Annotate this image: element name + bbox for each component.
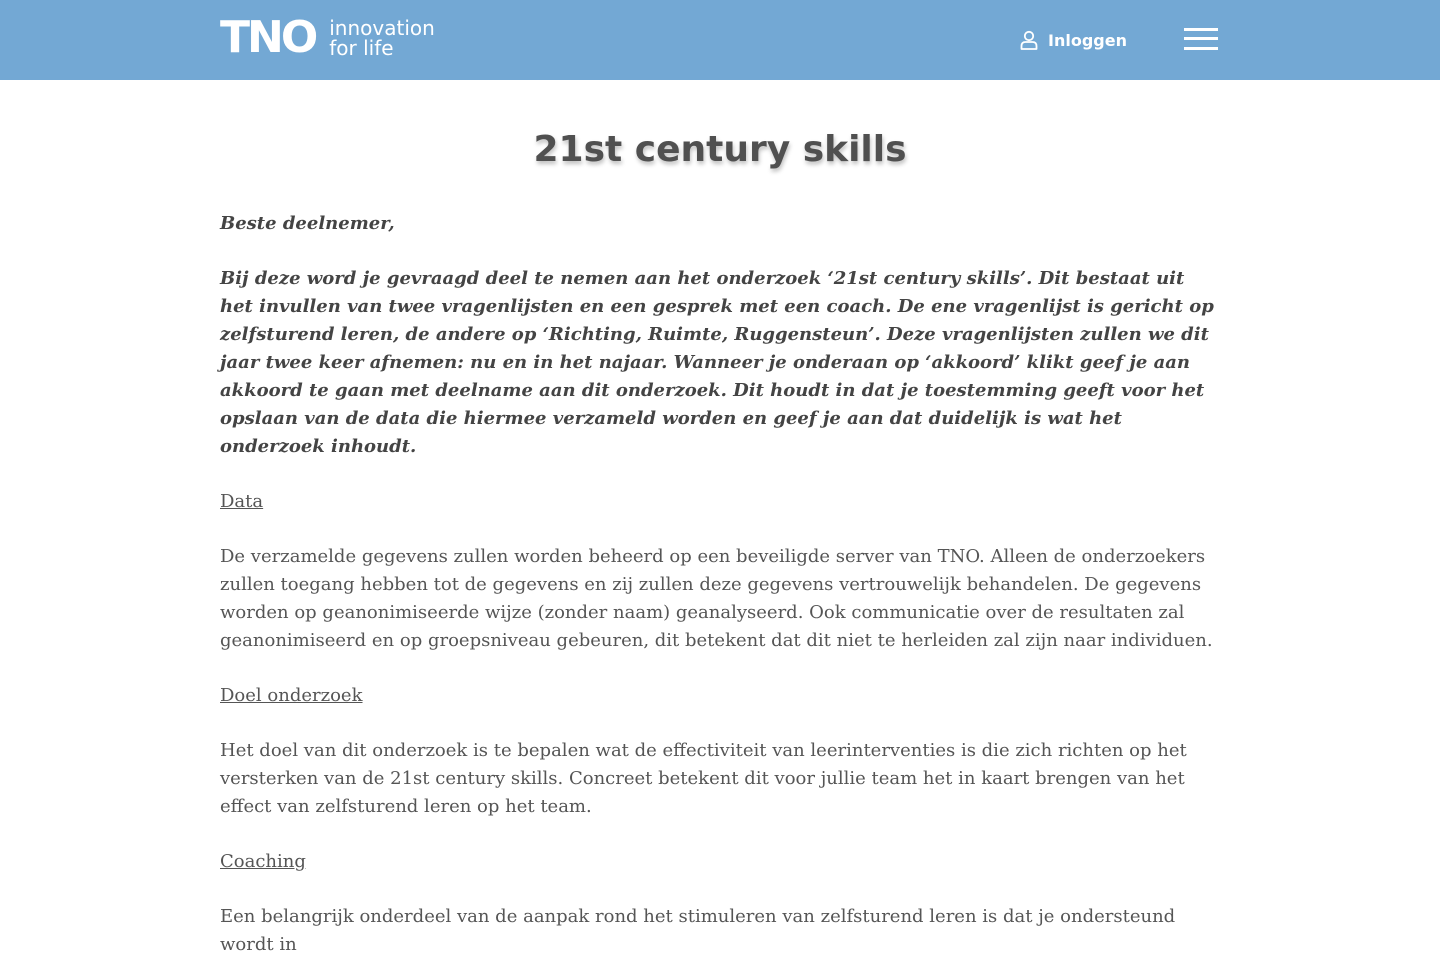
- section-heading-doel: Doel onderzoek: [220, 685, 363, 706]
- intro-paragraph: Bij deze word je gevraagd deel te nemen …: [220, 268, 1214, 457]
- logo-wordmark: TNO: [220, 12, 318, 63]
- section-text-doel: Het doel van dit onderzoek is te bepalen…: [220, 740, 1187, 817]
- menu-line: [1184, 47, 1218, 50]
- section-text-data: De verzamelde gegevens zullen worden beh…: [220, 546, 1213, 651]
- section-heading-coaching: Coaching: [220, 851, 306, 872]
- menu-line: [1184, 28, 1218, 31]
- section-text-coaching: Een belangrijk onderdeel van de aanpak r…: [220, 906, 1176, 955]
- logo-tagline: innovation for life: [329, 18, 435, 58]
- menu-line: [1184, 37, 1218, 40]
- login-link[interactable]: Inloggen: [1020, 28, 1127, 52]
- logo-tagline-line2: for life: [329, 36, 394, 60]
- main-content: 21st century skills Beste deelnemer, Bij…: [220, 80, 1220, 959]
- login-label: Inloggen: [1048, 30, 1127, 50]
- section-heading-data: Data: [220, 491, 264, 512]
- user-icon: [1020, 30, 1038, 50]
- top-bar: TNO innovation for life Inloggen: [0, 0, 1440, 80]
- page-title: 21st century skills: [533, 129, 907, 170]
- greeting: Beste deelnemer,: [220, 213, 395, 234]
- hamburger-menu-icon[interactable]: [1184, 28, 1218, 50]
- logo-tagline-line1: innovation: [329, 16, 435, 40]
- tno-logo[interactable]: TNO innovation for life: [220, 12, 435, 63]
